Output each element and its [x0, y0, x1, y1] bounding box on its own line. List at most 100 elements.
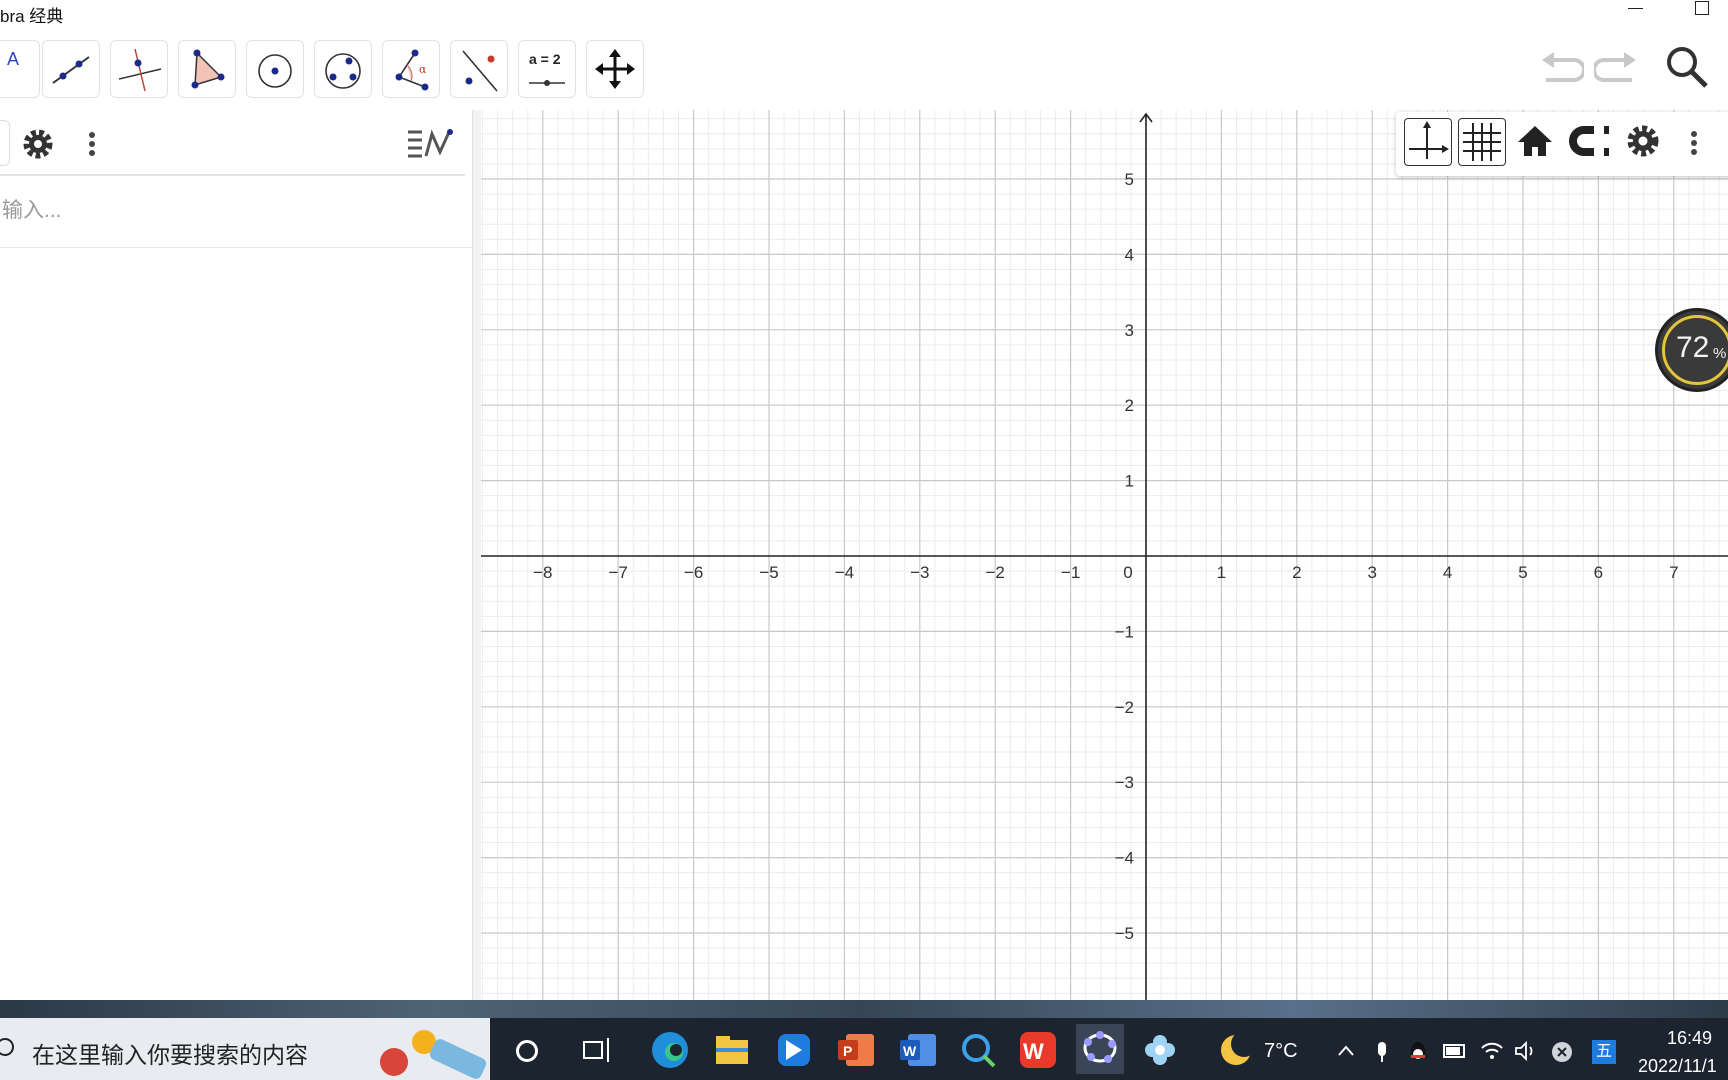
more-vertical-icon[interactable] [86, 130, 98, 160]
window-title: bra 经典 [0, 7, 64, 26]
search-highlight-illustration [380, 1030, 487, 1079]
more-vertical-icon[interactable] [1688, 130, 1700, 160]
algebra-view: 输入... [0, 110, 472, 1000]
line-tool-button[interactable] [42, 40, 100, 98]
magnet-icon [1569, 126, 1609, 156]
word-app[interactable]: W [898, 1030, 938, 1070]
angle-tool-button[interactable]: α [382, 40, 440, 98]
search-app[interactable] [958, 1030, 998, 1070]
toggle-axes-button[interactable] [1404, 118, 1452, 166]
task-view-button[interactable] [578, 1030, 618, 1070]
battery-icon[interactable] [1442, 1040, 1468, 1062]
x-tick-label: −1 [1061, 563, 1080, 582]
angle-icon: α [395, 49, 429, 91]
maximize-button[interactable] [1688, 0, 1718, 22]
y-tick-label: 3 [1125, 321, 1134, 340]
edge-icon [652, 1032, 688, 1068]
algebra-input-field[interactable]: 输入... [2, 194, 62, 224]
algebra-input-row[interactable]: 输入... [0, 176, 472, 358]
conic-tool-button[interactable] [314, 40, 372, 98]
y-tick-label: −4 [1115, 849, 1134, 868]
slider-tool-button[interactable]: a = 2 [518, 40, 576, 98]
powerpoint-app[interactable]: P [836, 1030, 876, 1070]
algebra-menu-button[interactable] [0, 120, 10, 166]
graphics-settings-button[interactable] [1620, 118, 1668, 166]
title-bar: bra 经典 [0, 0, 1728, 30]
perpendicular-tool-button[interactable] [110, 40, 168, 98]
taskbar-wallpaper-strip [0, 1000, 1728, 1018]
gear-icon [1627, 125, 1659, 157]
algebra-header [0, 110, 465, 176]
clock-time[interactable]: 16:49 [1667, 1028, 1712, 1049]
minimize-button[interactable] [1620, 0, 1654, 22]
microphone-icon[interactable] [1372, 1040, 1392, 1064]
taskbar-search-box[interactable]: 在这里输入你要搜索的内容 [0, 1018, 490, 1080]
cortana-button[interactable] [506, 1030, 546, 1070]
word-icon: W [900, 1034, 936, 1066]
x-tick-label: 4 [1443, 563, 1452, 582]
wps-icon: W [1020, 1032, 1056, 1068]
cortana-icon [516, 1040, 538, 1062]
x-tick-label: 0 [1123, 563, 1132, 582]
magnifier-app-icon [962, 1034, 996, 1068]
taskbar-search-input[interactable]: 在这里输入你要搜索的内容 [32, 1036, 308, 1070]
circle-tool-button[interactable] [246, 40, 304, 98]
gauge-unit: % [1713, 345, 1727, 362]
point-capturing-button[interactable] [1566, 118, 1614, 166]
x-tick-label: 2 [1292, 563, 1301, 582]
redo-icon[interactable] [1594, 44, 1640, 88]
move-arrows-icon [595, 49, 635, 89]
x-tick-label: −6 [684, 563, 703, 582]
reflect-about-line-icon [462, 50, 498, 92]
feishu-app[interactable] [774, 1030, 814, 1070]
graphics-view[interactable]: −8 −7 −6 −5 −4 −3 −2 −1 0 1 2 3 4 5 6 7 5 4 3 2 1 −1 −2 −3 −4 −5 [481, 110, 1728, 1000]
line-icon [52, 56, 90, 84]
home-icon [1518, 126, 1552, 156]
wps-app[interactable]: W [1018, 1030, 1058, 1070]
main-toolbar: A α a = 2 [0, 30, 1728, 110]
close-circle-icon[interactable] [1550, 1040, 1574, 1064]
polygon-tool-button[interactable] [178, 40, 236, 98]
moon-weather-icon[interactable] [1216, 1030, 1256, 1070]
x-tick-label: −7 [609, 563, 628, 582]
coordinate-plane[interactable]: −8 −7 −6 −5 −4 −3 −2 −1 0 1 2 3 4 5 6 7 5 4 3 2 1 −1 −2 −3 −4 −5 [481, 110, 1728, 1000]
wifi-icon[interactable] [1480, 1040, 1504, 1062]
svg-text:W: W [903, 1043, 917, 1059]
x-tick-label: 5 [1518, 563, 1527, 582]
reflect-tool-button[interactable] [450, 40, 508, 98]
x-tick-label: −5 [759, 563, 778, 582]
input-method-indicator[interactable]: 五 [1592, 1040, 1616, 1064]
chevron-up-icon[interactable] [1336, 1040, 1356, 1062]
app-icon [778, 1034, 810, 1066]
perpendicular-line-icon [118, 48, 162, 92]
folder-icon [716, 1036, 748, 1064]
algebra-input-divider [0, 247, 472, 248]
text-tool-button[interactable]: A [0, 40, 40, 98]
undo-icon[interactable] [1538, 44, 1584, 88]
geogebra-icon [1083, 1031, 1117, 1063]
gear-icon[interactable] [18, 124, 58, 164]
x-tick-label: −3 [910, 563, 929, 582]
standard-view-button[interactable] [1512, 118, 1560, 166]
y-tick-label: −2 [1115, 698, 1134, 717]
qq-icon[interactable] [1406, 1040, 1430, 1064]
move-graphics-tool-button[interactable] [586, 40, 644, 98]
clock-date[interactable]: 2022/11/1 [1638, 1056, 1717, 1077]
circle-icon [258, 54, 292, 88]
weather-temperature[interactable]: 7°C [1264, 1040, 1298, 1063]
geogebra-app[interactable] [1076, 1024, 1124, 1074]
file-explorer-app[interactable] [712, 1030, 752, 1070]
x-tick-label: 1 [1217, 563, 1226, 582]
svg-text:P: P [843, 1043, 852, 1059]
pinned-app[interactable] [1140, 1030, 1180, 1070]
graphics-style-bar [1396, 112, 1728, 176]
search-icon [0, 1038, 14, 1056]
search-icon[interactable] [1664, 44, 1710, 90]
algebra-description-icon[interactable] [406, 126, 456, 162]
volume-icon[interactable] [1514, 1040, 1540, 1062]
toggle-grid-button[interactable] [1458, 118, 1506, 166]
svg-text:α: α [419, 63, 427, 76]
edge-app[interactable] [650, 1030, 690, 1070]
y-tick-label: 5 [1125, 170, 1134, 189]
polygon-icon [191, 49, 225, 89]
